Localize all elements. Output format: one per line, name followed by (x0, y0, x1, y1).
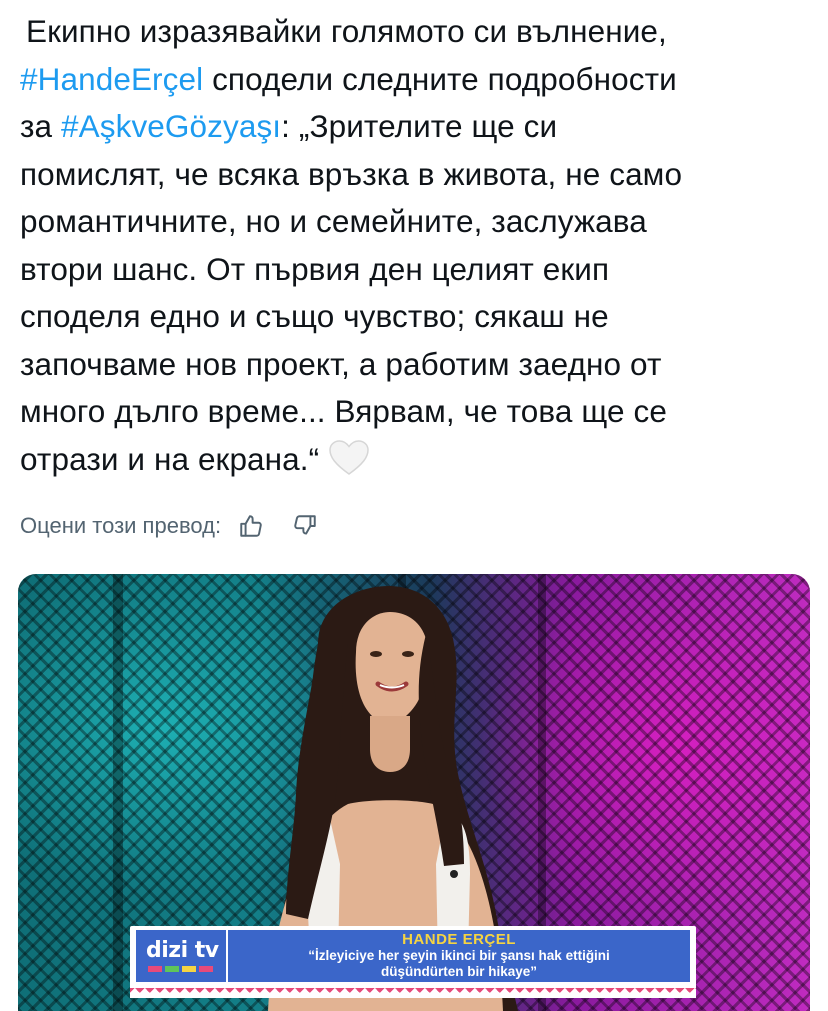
hashtag-link[interactable]: #AşkveGözyaşı (61, 108, 281, 144)
tweet-line: много дълго време... Вярвам, че това ще … (20, 393, 667, 429)
hashtag-link[interactable]: #HandeErçel (20, 61, 203, 97)
tweet-line: започваме нов проект, а работим заедно о… (20, 345, 662, 382)
caption-decoration (130, 988, 696, 998)
caption-bar: dizi tv HANDE ERÇEL “İzleyiciye her şeyi… (136, 930, 690, 982)
thumbs-up-icon[interactable] (235, 510, 267, 542)
tweet-line: за #AşkveGözyaşı: „Зрителите ще си (20, 108, 558, 144)
tv-lower-third-caption: dizi tv HANDE ERÇEL “İzleyiciye her şeyi… (130, 926, 696, 998)
tweet-line: споделя едно и също чувство; сякаш не (20, 298, 609, 334)
tweet-media-image[interactable]: dizi tv HANDE ERÇEL “İzleyiciye her şeyi… (18, 574, 810, 1011)
tweet-text: Екипно изразявайки голямото си вълнение,… (20, 8, 810, 489)
caption-name: HANDE ERÇEL (402, 931, 516, 948)
caption-text: HANDE ERÇEL “İzleyiciye her şeyin ikinci… (228, 930, 690, 982)
logo-color-dots (148, 966, 213, 972)
white-heart-icon (329, 439, 370, 490)
thumbs-down-icon[interactable] (289, 510, 321, 542)
tweet-line: Екипно изразявайки голямото си вълнение, (26, 13, 667, 49)
dizi-tv-logo: dizi tv (136, 930, 228, 982)
caption-quote-line: düşündürten bir hikaye” (380, 964, 538, 979)
tweet-line: помислят, че всяка връзка в живота, не с… (20, 155, 683, 192)
translation-rating: Оцени този превод: (20, 510, 321, 542)
tweet-line: романтичните, но и семейните, заслужава (20, 203, 647, 239)
logo-text: dizi tv (146, 938, 219, 963)
tweet-line: втори шанс. От първия ден целият екип (20, 250, 610, 287)
caption-quote-line: “İzleyiciye her şeyin ikinci bir şansı h… (308, 948, 610, 963)
tweet-line: отрази и на екрана.“ (20, 436, 810, 490)
tweet-line: #HandeErçel сподели следните подробности (20, 60, 677, 97)
rate-translation-label: Оцени този превод: (20, 513, 222, 538)
